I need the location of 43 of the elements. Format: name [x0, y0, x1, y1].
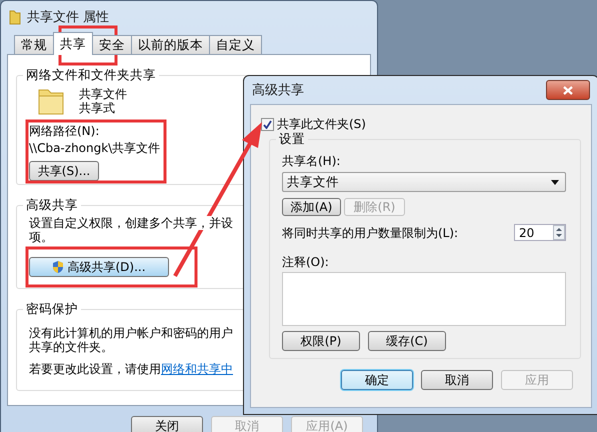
network-path: \\Cba-zhongk\共享文件	[29, 141, 160, 155]
dialog-button[interactable]: 权限(P)	[282, 331, 360, 351]
spin-arrows-icon	[553, 225, 565, 240]
tab[interactable]: 自定义	[209, 35, 262, 55]
close-icon	[563, 86, 573, 94]
check-icon	[263, 120, 272, 128]
share-name-label: 共享名(H):	[282, 154, 340, 168]
window-title: 共享文件 属性	[27, 9, 110, 26]
user-limit-label: 将同时共享的用户数量限制为(L):	[282, 226, 458, 240]
group-heading: 高级共享	[25, 197, 79, 214]
group-heading: 网络文件和文件夹共享	[25, 67, 157, 84]
dialog-button[interactable]: 取消	[421, 370, 493, 390]
tab[interactable]: 常规	[14, 35, 54, 55]
tab[interactable]: 共享	[53, 32, 93, 55]
folder-name: 共享文件	[79, 87, 127, 101]
tab[interactable]: 安全	[92, 35, 132, 55]
tab[interactable]: 以前的版本	[131, 35, 210, 55]
settings-link[interactable]: 网络和共享中	[161, 362, 233, 376]
description-text: 设置自定义权限，创建多个共享，并设	[29, 216, 233, 230]
description-text: 若要更改此设置，请使用网络和共享中	[29, 362, 233, 376]
path-label: 网络路径(N):	[29, 124, 100, 138]
checkbox[interactable]	[261, 118, 274, 130]
share-status: 共享式	[79, 101, 115, 115]
dialog-button[interactable]: 确定	[341, 370, 413, 390]
share-button[interactable]: 共享(S)...	[29, 161, 99, 181]
caret-icon	[551, 180, 559, 184]
comment-label: 注释(O):	[282, 255, 329, 269]
checkbox-label: 共享此文件夹(S)	[277, 117, 366, 131]
dialog-title: 高级共享	[252, 82, 304, 99]
comment-field[interactable]	[282, 272, 566, 326]
share-name-dropdown[interactable]: 共享文件	[282, 172, 566, 192]
dialog-button[interactable]: 缓存(C)	[368, 331, 446, 351]
group-heading: 密码保护	[25, 301, 79, 318]
description-text: 没有此计算机的用户帐户和密码的用户	[29, 326, 233, 340]
dialog-button[interactable]: 添加(A)	[282, 198, 341, 216]
description-text: 共享的文件夹。	[29, 340, 113, 354]
advanced-sharing-button[interactable]: 高级共享(D)...	[29, 257, 169, 277]
shield-icon	[52, 260, 64, 274]
close-button[interactable]	[546, 80, 590, 100]
dialog-button[interactable]: 关闭	[131, 416, 203, 432]
group-heading: 设置	[278, 131, 306, 148]
folder-icon	[9, 9, 21, 25]
user-limit-spinner[interactable]: 20	[514, 224, 566, 241]
